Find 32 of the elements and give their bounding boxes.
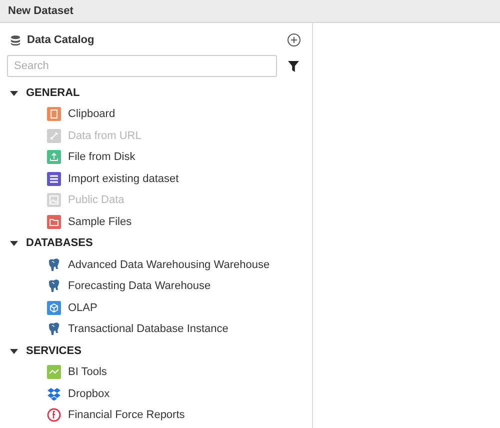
catalog-item[interactable]: Sample Files	[68, 216, 132, 228]
panel-title: Data Catalog	[27, 34, 94, 46]
dropbox-icon	[47, 386, 61, 401]
folder-icon	[47, 214, 61, 229]
catalog-item[interactable]: Forecasting Data Warehouse	[68, 280, 211, 292]
caret-icon[interactable]	[10, 239, 18, 248]
catalog-item[interactable]: Advanced Data Warehousing Warehouse	[68, 258, 270, 271]
caret-icon[interactable]	[10, 346, 18, 355]
clipboard-icon	[47, 107, 61, 122]
catalog-item[interactable]: BI Tools	[68, 366, 107, 378]
group-label[interactable]: GENERAL	[26, 86, 80, 99]
image-icon	[47, 193, 61, 208]
group-label[interactable]: DATABASES	[26, 237, 93, 250]
catalog-item[interactable]: Dropbox	[68, 388, 110, 400]
search-field[interactable]: Search	[7, 55, 277, 77]
dataset-icon	[47, 172, 61, 186]
chart-icon	[47, 365, 61, 380]
link-icon	[47, 128, 61, 143]
window-title: New Dataset	[8, 5, 74, 17]
database-icon	[10, 34, 21, 46]
caret-icon[interactable]	[10, 88, 18, 97]
catalog-item[interactable]: Financial Force Reports	[68, 409, 185, 422]
filter-icon[interactable]	[288, 60, 299, 72]
group-label[interactable]: SERVICES	[26, 344, 82, 357]
add-icon[interactable]	[287, 33, 301, 47]
catalog-item[interactable]: Import existing dataset	[68, 172, 179, 185]
cube-icon	[47, 300, 61, 315]
catalog-item[interactable]: Transactional Database Instance	[68, 323, 228, 336]
upload-icon	[47, 150, 61, 164]
catalog-item[interactable]: Clipboard	[68, 108, 116, 120]
catalog-item[interactable]: OLAP	[68, 302, 98, 314]
catalog-item[interactable]: File from Disk	[68, 151, 136, 164]
